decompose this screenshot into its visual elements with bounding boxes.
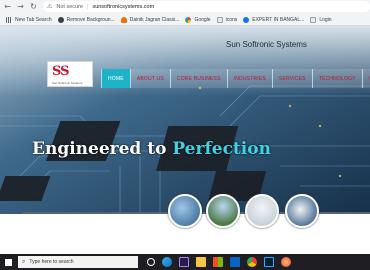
logo-monogram: SS bbox=[52, 64, 69, 79]
taskbar-search-box[interactable]: ⌕ Type here to search bbox=[18, 256, 138, 268]
bookmark-login[interactable]: Login bbox=[310, 16, 332, 23]
premiere-icon[interactable] bbox=[179, 257, 189, 267]
bookmark-google[interactable]: Google bbox=[185, 16, 211, 23]
windows-start-icon[interactable] bbox=[0, 254, 16, 270]
chrome-icon[interactable] bbox=[247, 257, 257, 267]
blank-page-icon bbox=[310, 16, 317, 23]
logo-subtext: Sun Softronic Systems bbox=[52, 81, 83, 85]
warning-icon[interactable]: ⚠ bbox=[47, 3, 52, 10]
hero-lead: Engineered to bbox=[32, 139, 173, 159]
site-logo[interactable]: SS Sun Softronic Systems bbox=[47, 61, 93, 87]
menu-technology[interactable]: TECHNOLOGY bbox=[311, 69, 362, 88]
menu-industries[interactable]: INDUSTRIES bbox=[226, 69, 272, 88]
bookmark-label: Remove Backgroun... bbox=[66, 16, 115, 23]
thumbnail-circuit[interactable] bbox=[168, 194, 202, 228]
menu-home[interactable]: HOME bbox=[101, 69, 130, 88]
menu-core-business[interactable]: CORE BUSINESS bbox=[169, 69, 227, 88]
bookmark-remove-background[interactable]: Remove Backgroun... bbox=[57, 16, 115, 23]
website-viewport: Sun Softronic Systems SS Sun Softronic S… bbox=[0, 26, 370, 254]
bookmark-expert-bangal[interactable]: EXPERT IN BANGAL... bbox=[243, 16, 305, 23]
search-icon: ⌕ bbox=[22, 258, 26, 265]
windows-taskbar: ⌕ Type here to search bbox=[0, 254, 370, 270]
photoshop-icon[interactable] bbox=[264, 257, 274, 267]
forward-icon[interactable]: → bbox=[15, 1, 26, 12]
bookmark-label: New Tab Search bbox=[15, 16, 52, 23]
bookmark-label: Login bbox=[319, 16, 332, 23]
bookmark-new-tab-search[interactable]: New Tab Search bbox=[6, 16, 52, 23]
globe-icon bbox=[243, 16, 250, 23]
security-label[interactable]: Not secure bbox=[56, 4, 83, 10]
file-explorer-icon[interactable] bbox=[196, 257, 206, 267]
browser-chrome: ← → ↻ ⚠ Not secure | sunsoftronicsystems… bbox=[0, 0, 370, 26]
eye-icon bbox=[57, 16, 64, 23]
mail-icon[interactable] bbox=[230, 257, 240, 267]
circuit-board-banner bbox=[0, 26, 370, 216]
hero-accent: Perfection bbox=[172, 139, 271, 159]
menu-about-us[interactable]: ABOUT US bbox=[129, 69, 170, 88]
main-menu: HOME ABOUT US CORE BUSINESS INDUSTRIES S… bbox=[101, 69, 370, 88]
fire-icon bbox=[120, 16, 127, 23]
menu-services[interactable]: SERVICES bbox=[271, 69, 312, 88]
bookmark-label: Dainik Jagran Classi... bbox=[129, 16, 180, 23]
store-icon[interactable] bbox=[213, 257, 223, 267]
thumbnail-turbine[interactable] bbox=[245, 194, 279, 228]
address-bar[interactable]: ⚠ Not secure | sunsoftronicsystems.com bbox=[43, 1, 370, 12]
google-icon bbox=[185, 16, 192, 23]
firefox-icon[interactable] bbox=[281, 257, 291, 267]
blank-page-icon bbox=[216, 16, 223, 23]
url-text[interactable]: sunsoftronicsystems.com bbox=[92, 4, 154, 10]
thumbnail-farming[interactable] bbox=[206, 194, 240, 228]
bookmark-label: icons bbox=[225, 16, 238, 23]
bookmark-dainik-jagran[interactable]: Dainik Jagran Classi... bbox=[120, 16, 180, 23]
thumbnail-lab[interactable] bbox=[285, 194, 319, 228]
address-row: ← → ↻ ⚠ Not secure | sunsoftronicsystems… bbox=[0, 0, 370, 13]
bookmarks-bar: New Tab Search Remove Backgroun... Daini… bbox=[0, 14, 370, 25]
menu-contact[interactable]: CO bbox=[361, 69, 370, 88]
taskbar-search-placeholder: Type here to search bbox=[29, 259, 74, 265]
hero-heading: Engineered to Perfection bbox=[32, 139, 271, 159]
brand-title: Sun Softronic Systems bbox=[226, 40, 307, 49]
separator: | bbox=[87, 3, 89, 10]
edge-icon[interactable] bbox=[162, 257, 172, 267]
back-icon[interactable]: ← bbox=[2, 1, 13, 12]
bookmark-icons[interactable]: icons bbox=[216, 16, 238, 23]
task-view-icon[interactable] bbox=[147, 258, 155, 266]
grid-icon bbox=[6, 16, 12, 23]
bookmark-label: EXPERT IN BANGAL... bbox=[252, 16, 305, 23]
bookmark-label: Google bbox=[194, 16, 211, 23]
reload-icon[interactable]: ↻ bbox=[28, 1, 39, 12]
